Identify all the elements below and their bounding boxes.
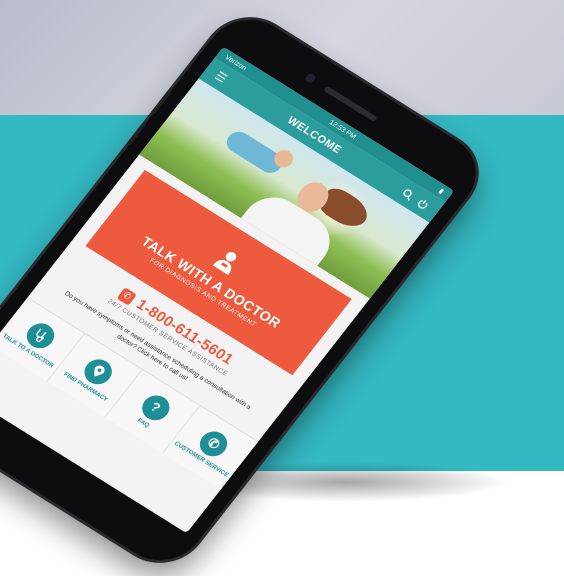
battery-icon: ▮ bbox=[437, 187, 445, 196]
phone-body: Verizon 12:53 PM ▮ ☰ WELCOME TALK WITH A… bbox=[0, 4, 494, 576]
volume-up-button bbox=[150, 90, 172, 115]
front-camera bbox=[303, 72, 318, 85]
volume-down-button bbox=[126, 121, 147, 147]
phone-icon: ✆ bbox=[116, 286, 138, 306]
doctor-icon bbox=[213, 251, 237, 275]
tile-label: FAQ bbox=[136, 417, 151, 429]
phone-screen: Verizon 12:53 PM ▮ ☰ WELCOME TALK WITH A… bbox=[0, 46, 455, 534]
phone-mockup: Verizon 12:53 PM ▮ ☰ WELCOME TALK WITH A… bbox=[0, 0, 564, 576]
